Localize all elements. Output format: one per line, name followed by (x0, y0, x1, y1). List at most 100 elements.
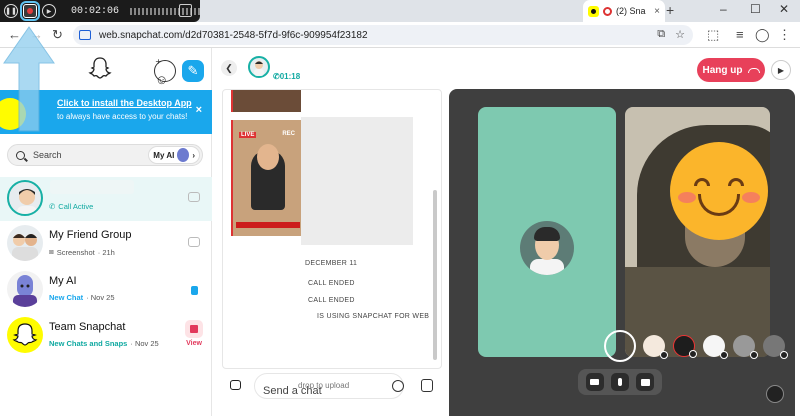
lens-carousel (604, 329, 795, 365)
lens-option[interactable] (643, 335, 668, 359)
view-label: View (186, 340, 202, 347)
chat-row-active-call[interactable]: ✆ Call Active (0, 177, 212, 221)
recorder-timer: 00:02:06 (71, 5, 120, 17)
add-friend-button[interactable]: ⁺☺ (154, 56, 176, 87)
close-window-button[interactable]: ✕ (779, 2, 789, 16)
web-usage-event: IS USING SNAPCHAT FOR WEB (317, 313, 430, 320)
local-video-tile[interactable] (478, 107, 616, 357)
conversation-back-button[interactable]: ❮ (221, 60, 237, 76)
maximize-button[interactable]: ☐ (750, 2, 761, 16)
extensions-icon[interactable]: ⬚ (707, 27, 719, 43)
new-chat-button[interactable]: ✎ (182, 60, 204, 82)
recorder-exit-icon[interactable] (179, 4, 192, 17)
microphone-icon[interactable] (610, 373, 629, 391)
snap-thumbnail-live[interactable]: LIVE REC (231, 120, 301, 236)
play-icon: ▶ (46, 8, 52, 15)
tab-recording-icon (603, 6, 612, 16)
camera-icon[interactable] (188, 237, 200, 247)
cast-icon[interactable]: ⧉ (657, 28, 665, 41)
my-ai-shortcut[interactable]: My AI › (148, 146, 200, 164)
recorder-stop-button[interactable] (20, 1, 40, 21)
record-dot-icon (27, 8, 33, 14)
call-duration: 01:18 (279, 72, 301, 81)
phone-icon: ✆ (49, 202, 56, 211)
chat-time: · Nov 25 (130, 339, 159, 348)
chat-name: Team Snapchat (49, 321, 126, 333)
hang-up-label: Hang up (702, 64, 743, 76)
chat-status: Call Active (58, 202, 94, 211)
chat-name: My Friend Group (49, 229, 132, 241)
add-friend-icon: ⁺☺ (155, 55, 169, 87)
url-text: web.snapchat.com/d2d70381-2548-5f7d-9f6c… (99, 29, 368, 41)
lens-option[interactable] (703, 335, 728, 359)
video-camera-icon[interactable] (585, 373, 604, 391)
chat-name-redacted (50, 180, 134, 194)
camera-icon[interactable] (188, 192, 200, 202)
emoji-icon[interactable] (392, 380, 404, 392)
call-controls (578, 369, 662, 395)
view-snaps-button[interactable]: View (185, 320, 203, 347)
lens-capture-ring[interactable] (604, 330, 636, 362)
install-banner-title[interactable]: Click to install the Desktop App (57, 98, 192, 108)
smiley-face-sticker (670, 142, 768, 240)
minimize-button[interactable]: – (720, 2, 727, 16)
sticker-icon[interactable] (421, 379, 433, 392)
chat-row-team-snapchat[interactable]: Team Snapchat New Chats and Snaps · Nov … (0, 314, 212, 358)
chat-row-my-friend-group[interactable]: My Friend Group ⧈ Screenshot · 21h (0, 222, 212, 266)
team-snapchat-avatar (7, 317, 43, 353)
rec-badge: REC (282, 131, 295, 137)
new-tab-button[interactable]: + (666, 2, 674, 18)
chat-composer: Send a chat drop to upload (222, 372, 442, 400)
screen-recorder-bar: ❚❚ ▶ 00:02:06 (0, 0, 201, 22)
chat-status: New Chats and Snaps (49, 339, 128, 348)
flip-camera-icon[interactable] (766, 385, 784, 403)
drop-upload-hint: drop to upload (298, 381, 350, 390)
browser-tab-snapchat[interactable]: (2) Sna × (583, 0, 665, 22)
search-bar[interactable]: Search My AI › (7, 144, 203, 166)
pointer-arrow-overlay (3, 26, 55, 132)
new-chat-icon: ✎ (187, 63, 199, 78)
media-controls-icon[interactable]: ≡ (736, 27, 744, 42)
date-divider: DECEMBER 11 (305, 260, 358, 267)
message-list[interactable]: LIVE REC DECEMBER 11 CALL ENDED CALL END… (222, 89, 442, 369)
lens-option[interactable] (673, 335, 697, 358)
call-ended-event: CALL ENDED (308, 297, 355, 304)
site-info-icon[interactable] (79, 30, 91, 40)
install-banner-close-button[interactable]: × (196, 104, 202, 116)
message-bubble (301, 117, 413, 245)
lens-option[interactable] (763, 335, 788, 359)
unopened-snap-icon (185, 320, 203, 338)
chat-status: New Chat (49, 293, 84, 302)
chat-row-my-ai[interactable]: My AI New Chat · Nov 25 (0, 268, 212, 312)
recorder-pause-button[interactable]: ❚❚ (4, 4, 18, 18)
snap-thumbnail[interactable] (231, 90, 301, 112)
recorder-play-button[interactable]: ▶ (42, 4, 56, 18)
chat-scrollbar[interactable] (433, 190, 437, 360)
chat-name: My AI (49, 275, 77, 287)
tab-close-button[interactable]: × (654, 6, 660, 17)
tab-title: (2) Sna (616, 6, 646, 16)
chat-status: Screenshot (56, 247, 95, 257)
end-call-icon (747, 67, 760, 73)
call-participant-avatar[interactable] (248, 56, 270, 78)
live-badge: LIVE (239, 132, 257, 138)
address-bar[interactable]: web.snapchat.com/d2d70381-2548-5f7d-9f6c… (73, 25, 693, 45)
camera-icon[interactable] (230, 380, 241, 390)
profile-icon[interactable]: ◯ (755, 27, 770, 43)
share-screen-icon[interactable] (636, 373, 655, 391)
pause-icon: ❚❚ (5, 7, 17, 15)
browser-menu-icon[interactable]: ⋮ (778, 27, 791, 43)
my-ai-avatar (177, 148, 190, 162)
bitmoji-avatar (520, 221, 574, 275)
my-ai-label: My AI (153, 150, 175, 160)
call-ended-event: CALL ENDED (308, 280, 355, 287)
lens-option[interactable] (733, 335, 758, 359)
news-banner (236, 222, 300, 228)
bookmark-star-icon[interactable]: ☆ (675, 28, 685, 41)
hang-up-button[interactable]: Hang up (697, 58, 765, 82)
collapse-call-button[interactable]: ▶ (771, 60, 791, 80)
snapchat-ghost-logo[interactable] (88, 56, 112, 80)
chevron-left-icon: ❮ (225, 62, 233, 73)
avatar (7, 180, 43, 216)
chevron-right-icon: › (192, 150, 195, 160)
